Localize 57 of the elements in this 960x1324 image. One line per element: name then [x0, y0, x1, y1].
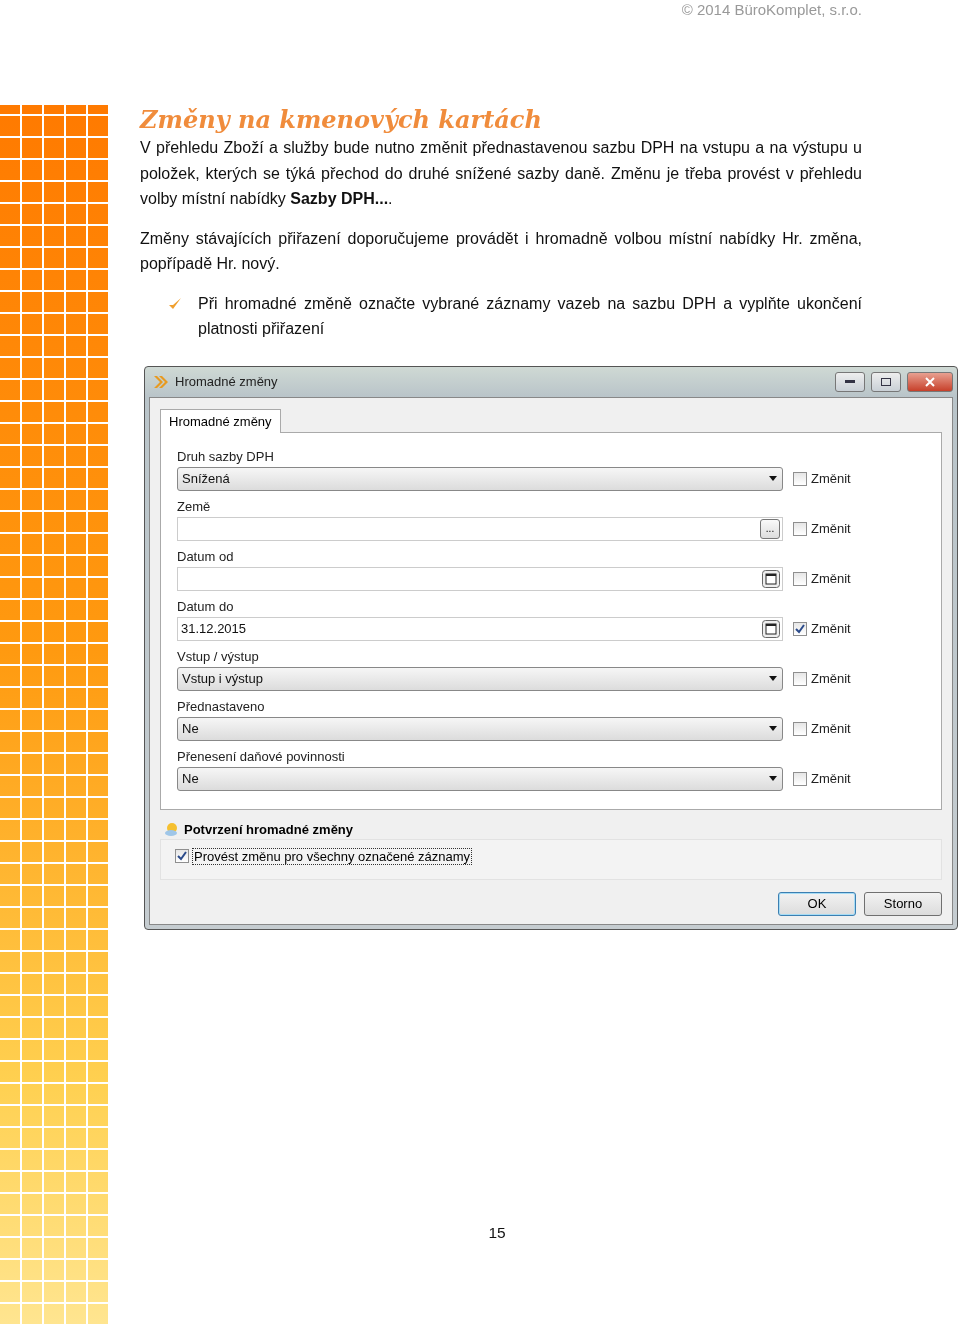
date-field[interactable]: 31.12.2015 — [177, 616, 783, 641]
close-icon — [925, 376, 935, 387]
app-icon — [153, 374, 169, 389]
field-label: Datum od — [177, 547, 235, 566]
checkbox-label: Změnit — [811, 521, 851, 536]
dropdown-arrow-icon — [768, 725, 778, 732]
field-label: Země — [177, 497, 212, 516]
sun-cloud-icon — [164, 822, 180, 836]
dropdown-arrow-icon — [768, 675, 778, 682]
browse-button[interactable]: ... — [760, 518, 780, 539]
checkbox[interactable] — [793, 721, 807, 736]
close-button[interactable] — [907, 371, 953, 392]
checkbox-label: Změnit — [811, 771, 851, 786]
field-label: Přednastaveno — [177, 697, 266, 716]
text-field[interactable]: ... — [177, 516, 783, 541]
checkbox[interactable] — [793, 521, 807, 536]
checkbox-label: Změnit — [811, 671, 851, 686]
maximize-button[interactable] — [871, 371, 901, 392]
checkbox[interactable] — [793, 571, 807, 586]
field-label: Vstup / výstup — [177, 647, 260, 666]
checkbox-label: Změnit — [811, 571, 851, 586]
checkbox-label: Změnit — [811, 621, 851, 636]
checkbox-label: Změnit — [811, 721, 851, 736]
checkbox[interactable] — [175, 849, 189, 863]
copyright-text: © 2014 BüroKomplet, s.r.o. — [681, 1, 862, 19]
paragraph: Změny stávajících přiřazení doporučujeme provádět i hromadně volbou místní nabídky Hr. změna, popřípadě Hr. nový. — [140, 228, 862, 274]
field-label: Datum do — [177, 597, 235, 616]
page-number: 15 — [488, 1224, 506, 1241]
checkbox[interactable] — [793, 621, 807, 636]
dropdown-field[interactable]: Vstup i výstup — [177, 666, 783, 691]
date-field[interactable] — [177, 566, 783, 591]
checkbox[interactable] — [793, 471, 807, 486]
minimize-icon — [845, 379, 855, 384]
ok-button[interactable]: OK — [778, 891, 856, 916]
paragraph: V přehledu Zboží a služby bude nutno změnit přednastavenou sazbu DPH na vstupu a na výstupu u položek, kterých se týká přechod do druhé snížené sazby daně. Změnu je třeba provést v přehledu volby místní nabídky Sazby DPH.... — [140, 138, 862, 209]
dropdown-field[interactable]: Ne — [177, 766, 783, 791]
checkbox-label: Změnit — [811, 471, 851, 486]
checkbox-label: Provést změnu pro všechny označené záznamy — [192, 847, 473, 865]
maximize-icon — [881, 377, 891, 386]
cancel-button[interactable]: Storno — [864, 891, 942, 916]
tab[interactable]: Hromadné změny — [160, 408, 281, 433]
dropdown-arrow-icon — [768, 475, 778, 482]
dropdown-field[interactable]: Snížená — [177, 466, 783, 491]
minimize-button[interactable] — [835, 371, 865, 392]
checkmark-icon — [168, 296, 182, 311]
dropdown-field[interactable]: Ne — [177, 716, 783, 741]
dropdown-arrow-icon — [768, 775, 778, 782]
group-title: Potvrzení hromadné změny — [184, 821, 354, 837]
page-heading: Změny na kmenových kartách — [140, 105, 543, 135]
field-label: Druh sazby DPH — [177, 447, 275, 466]
window-title: Hromadné změny — [175, 374, 279, 389]
checkbox[interactable] — [793, 771, 807, 786]
calendar-icon[interactable] — [762, 619, 780, 638]
calendar-icon[interactable] — [762, 569, 780, 588]
bullet-text: Při hromadné změně označte vybrané záznamy vazeb na sazbu DPH a vyplňte ukončení platnosti přiřazení — [198, 293, 862, 339]
checkbox[interactable] — [793, 671, 807, 686]
field-label: Přenesení daňové povinnosti — [177, 747, 346, 766]
